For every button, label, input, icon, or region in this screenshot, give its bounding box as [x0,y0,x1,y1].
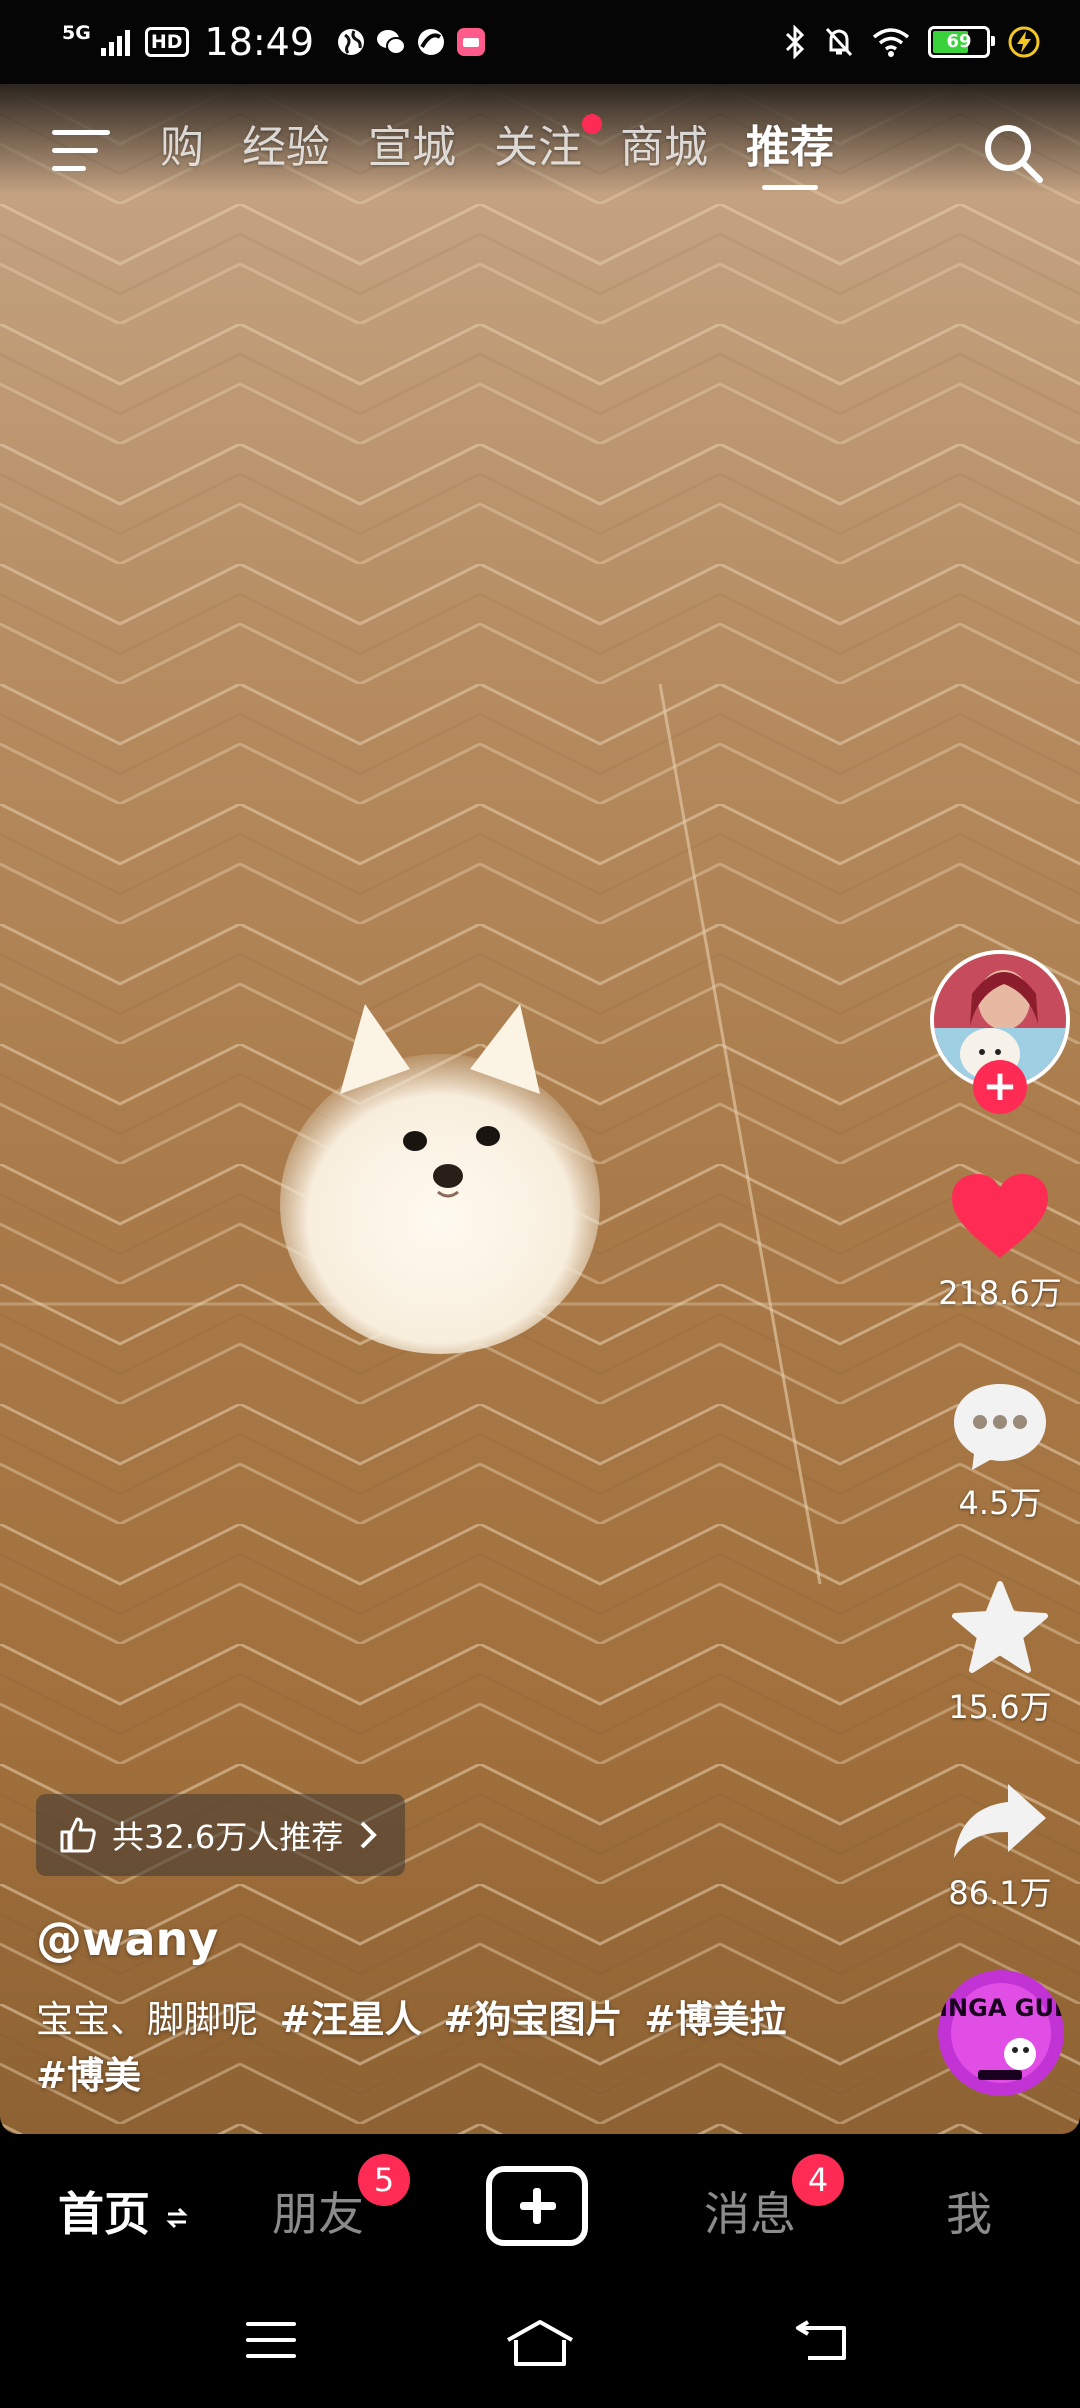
favorite-count: 15.6万 [948,1688,1052,1726]
bottom-tab-bar: 首页 朋友 5 消息 4 我 [0,2136,1080,2290]
follow-button[interactable]: + [973,1060,1027,1114]
tab-messages[interactable]: 消息 4 [704,2154,844,2244]
music-disc[interactable]: LINGA GULI [938,1970,1064,2096]
tab-experience[interactable]: 经验 [242,116,330,180]
tab-friends-label: 朋友 [272,2187,364,2241]
feed-tabs: 购 经验 宣城 关注 商城 推荐 [160,114,834,180]
caption-text: 宝宝、脚脚呢 [36,1998,258,2041]
recommend-count-text: 共32.6万人推荐 [112,1818,344,1856]
thumbs-up-icon [60,1817,96,1853]
messages-badge: 4 [792,2154,844,2206]
shopping-app-icon [457,28,486,56]
tab-home-label: 首页 [58,2187,150,2241]
recommend-pill[interactable]: 共32.6万人推荐 [36,1794,406,1876]
charging-icon [1008,26,1040,58]
recent-apps-icon[interactable] [244,2318,298,2362]
author-name[interactable]: @wany [36,1912,218,1966]
clock: 18:49 [204,20,315,64]
hashtag[interactable]: #博美 [36,2054,141,2097]
friends-badge: 5 [358,2154,410,2206]
globe-icon [338,29,365,55]
status-bar: 5G HD 18:49 69 [0,0,1080,84]
video-caption: 宝宝、脚脚呢 #汪星人 #狗宝图片 #博美拉 #博美 [36,1992,836,2104]
chevron-right-icon [360,1821,378,1849]
system-navigation-bar [0,2290,1080,2408]
share-action[interactable]: 86.1万 [920,1780,1080,1914]
hashtag[interactable]: #汪星人 [280,1998,422,2041]
wifi-icon [872,28,910,57]
share-icon[interactable] [950,1780,1050,1862]
tab-me[interactable]: 我 [946,2178,992,2244]
share-count: 86.1万 [948,1874,1052,1912]
tab-following[interactable]: 关注 [494,114,602,180]
menu-icon[interactable] [52,128,112,174]
tab-recommended[interactable]: 推荐 [746,116,834,180]
star-icon[interactable] [950,1580,1050,1676]
hd-icon: HD [144,27,189,57]
hashtag[interactable]: #博美拉 [644,1998,786,2041]
back-icon[interactable] [794,2318,850,2364]
favorite-action[interactable]: 15.6万 [920,1580,1080,1728]
tab-home[interactable]: 首页 [58,2178,188,2244]
home-icon[interactable] [504,2318,576,2368]
music-art-text: LINGA GULI [938,1994,1064,2022]
top-navigation: 购 经验 宣城 关注 商城 推荐 [0,104,1080,194]
like-action[interactable]: 218.6万 [920,1172,1080,1314]
tab-shopping[interactable]: 购 [160,116,204,180]
comment-count: 4.5万 [958,1484,1042,1522]
heart-icon[interactable] [950,1172,1050,1262]
swap-icon [166,2207,188,2228]
comment-action[interactable]: 4.5万 [920,1380,1080,1524]
signal-icon [100,30,130,56]
battery-indicator: 69 [928,26,995,58]
new-content-dot [582,114,602,134]
mute-icon [825,27,853,57]
tab-messages-label: 消息 [704,2187,796,2241]
like-count: 218.6万 [938,1274,1062,1312]
bluetooth-icon [785,25,805,59]
create-button[interactable] [486,2166,588,2246]
search-icon[interactable] [980,120,1046,186]
tab-local-city[interactable]: 宣城 [368,116,456,180]
tab-mall[interactable]: 商城 [620,116,708,180]
wechat-icon [377,30,407,55]
author-avatar-group[interactable]: + [930,950,1070,1114]
app-icon [418,29,445,55]
comment-icon[interactable] [950,1380,1050,1472]
hashtag[interactable]: #狗宝图片 [444,1998,623,2041]
tab-friends[interactable]: 朋友 5 [272,2154,410,2244]
network-type: 5G [62,21,91,44]
